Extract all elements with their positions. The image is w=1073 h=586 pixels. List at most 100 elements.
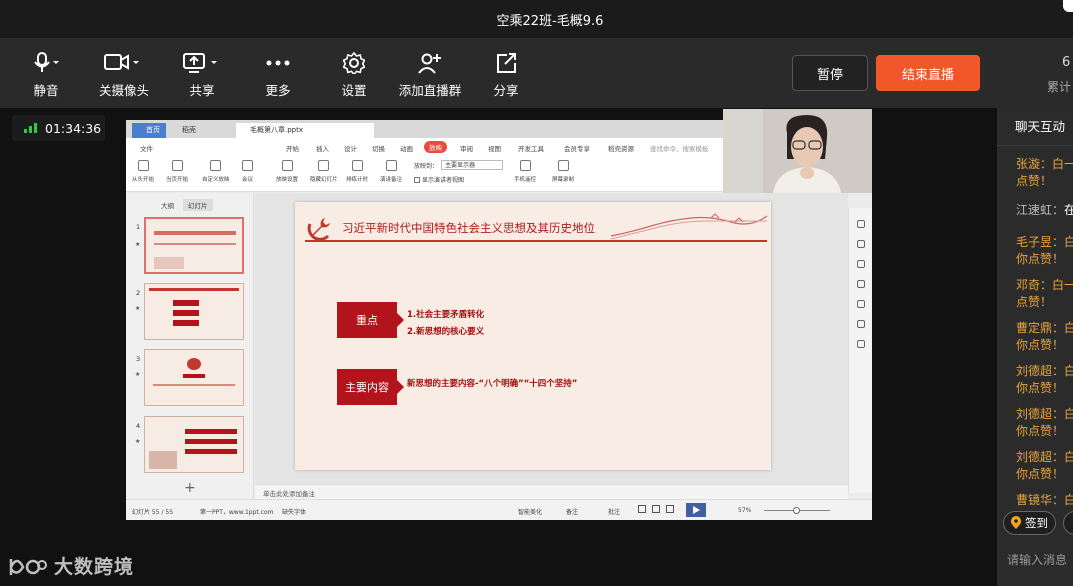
menu-view[interactable]: 视图 xyxy=(488,143,501,153)
current-slide: 习近平新时代中国特色社会主义思想及其历史地位 重点 1.社会主要矛盾转化 2.新… xyxy=(295,202,771,470)
camera-icon xyxy=(104,54,139,70)
ribbon-speaker-notes[interactable]: 演讲备注 xyxy=(380,160,402,183)
menu-start[interactable]: 开始 xyxy=(286,143,299,153)
reading-view-icon[interactable] xyxy=(666,505,674,513)
beautify-button[interactable]: 智能美化 xyxy=(518,507,542,516)
play-slideshow-button[interactable] xyxy=(686,503,706,517)
animation-star-icon: ★ xyxy=(135,241,141,248)
notes-area[interactable]: 单击此处添加备注 xyxy=(255,484,848,499)
panel-tabs: 大纲 幻灯片 xyxy=(156,199,213,211)
grid-view-icon[interactable] xyxy=(652,505,660,513)
ribbon-from-current[interactable]: 当页开始 xyxy=(166,160,188,183)
normal-view-icon[interactable] xyxy=(638,505,646,513)
key-point-2: 2.新思想的核心要义 xyxy=(407,327,485,337)
copy-icon[interactable] xyxy=(856,260,865,268)
hide-slide-icon xyxy=(318,160,330,171)
share-screen-button[interactable]: 共享 xyxy=(167,52,237,99)
chat-message: 刘德超：白 你点赞！ xyxy=(1016,450,1073,481)
settings-button[interactable]: 设置 xyxy=(319,52,389,99)
great-wall-decoration-icon xyxy=(611,213,767,240)
viewer-count-label: 累计 xyxy=(1047,80,1072,94)
notes-icon xyxy=(385,160,397,171)
missing-font-button[interactable]: 缺失字体 xyxy=(282,507,306,516)
settings-icon xyxy=(281,160,293,171)
menu-animation[interactable]: 动画 xyxy=(400,143,413,153)
ribbon-meeting[interactable]: 会议 xyxy=(242,160,253,183)
tab-home[interactable]: 首页 xyxy=(132,123,166,138)
notes-toggle[interactable]: 备注 xyxy=(566,507,578,516)
end-live-button[interactable]: 结束直播 xyxy=(876,55,980,91)
sign-in-button[interactable]: 签到 xyxy=(1003,511,1056,535)
meeting-icon xyxy=(242,160,253,171)
menu-slideshow[interactable]: 放映 xyxy=(424,141,447,153)
mute-button[interactable]: 静音 xyxy=(11,52,81,99)
menu-member[interactable]: 会员专享 xyxy=(564,143,590,153)
title-underline xyxy=(305,240,767,242)
timer-icon xyxy=(351,160,363,171)
pin-icon[interactable] xyxy=(856,240,865,248)
ribbon-phone-remote[interactable]: 手机遥控 xyxy=(514,160,536,183)
help-icon[interactable] xyxy=(856,280,865,288)
share-screen-icon xyxy=(183,53,217,73)
slide-thumbnail[interactable] xyxy=(144,283,244,340)
slide-thumbnail[interactable] xyxy=(144,217,244,274)
chat-title: 聊天互动 xyxy=(1015,119,1066,134)
extra-action-button[interactable] xyxy=(1063,511,1073,535)
ribbon-from-start[interactable]: 从头开始 xyxy=(132,160,154,183)
ribbon-custom-show[interactable]: 自定义放映 xyxy=(202,160,230,183)
format-icon[interactable] xyxy=(856,220,865,228)
menu-transition[interactable]: 切换 xyxy=(372,143,385,153)
thumb-number: 2 xyxy=(136,289,141,297)
cube-icon[interactable] xyxy=(856,340,865,348)
chat-input[interactable]: 请输入消息 xyxy=(1007,551,1067,568)
gear-icon xyxy=(343,52,365,74)
menu-insert[interactable]: 插入 xyxy=(316,143,329,153)
tab-document[interactable]: 毛概第八章.pptx xyxy=(236,123,374,138)
content-point-1: 新思想的主要内容-“八个明确”“十四个坚持” xyxy=(407,379,578,389)
brand-mark-icon xyxy=(9,558,47,575)
add-group-button[interactable]: 添加直播群 xyxy=(395,52,465,99)
slide-thumbnail[interactable] xyxy=(144,416,244,473)
add-group-icon xyxy=(418,53,441,74)
command-search[interactable]: 查找命令、搜索模板 xyxy=(650,143,709,153)
slide-counter: 幻灯片 55 / 55 xyxy=(132,509,174,516)
slide-thumbnail[interactable] xyxy=(144,349,244,406)
image-icon[interactable] xyxy=(856,300,865,308)
animation-star-icon: ★ xyxy=(135,438,141,445)
slide-canvas: 习近平新时代中国特色社会主义思想及其历史地位 重点 1.社会主要矛盾转化 2.新… xyxy=(255,193,848,499)
chat-message: 曹定鼎：白 你点赞！ xyxy=(1016,321,1073,352)
share-button[interactable]: 分享 xyxy=(471,52,541,99)
animation-star-icon: ★ xyxy=(135,305,141,312)
ribbon-show-settings[interactable]: 放映设置 xyxy=(276,160,298,183)
menu-design[interactable]: 设计 xyxy=(344,143,357,153)
location-pin-icon xyxy=(1010,516,1022,529)
section-tag-key: 重点 xyxy=(337,302,404,338)
output-display-select[interactable]: 放映到： 主要显示器 xyxy=(414,160,504,170)
comments-toggle[interactable]: 批注 xyxy=(608,507,620,516)
menu-docer-resources[interactable]: 稻壳资源 xyxy=(608,143,634,153)
microphone-icon xyxy=(34,52,59,72)
tab-docer[interactable]: 稻壳 xyxy=(168,123,232,138)
ribbon-screen-record[interactable]: 屏幕录制 xyxy=(552,160,574,183)
presenter-view-checkbox[interactable]: 显示演讲者视图 xyxy=(414,175,464,184)
ribbon-rehearse[interactable]: 排练计时 xyxy=(346,160,368,183)
brand-name: 大数跨境 xyxy=(54,556,135,578)
pause-button[interactable]: 暂停 xyxy=(792,55,868,91)
camera-button[interactable]: 关摄像头 xyxy=(89,52,159,99)
menu-developer[interactable]: 开发工具 xyxy=(518,143,544,153)
divider xyxy=(997,145,1073,146)
mute-label: 静音 xyxy=(33,83,59,98)
ribbon-hide-slide[interactable]: 隐藏幻灯片 xyxy=(310,160,338,183)
tab-outline[interactable]: 大纲 xyxy=(156,199,179,211)
camera-label: 关摄像头 xyxy=(98,83,149,98)
tab-slides[interactable]: 幻灯片 xyxy=(183,199,213,211)
menu-file[interactable]: 文件 xyxy=(140,143,153,153)
share-label: 分享 xyxy=(493,83,519,98)
timer-value: 01:34:36 xyxy=(45,120,102,136)
menu-review[interactable]: 审阅 xyxy=(460,143,473,153)
signal-icon xyxy=(24,123,37,133)
add-slide-icon[interactable]: + xyxy=(184,480,196,496)
location-icon[interactable] xyxy=(856,320,865,328)
zoom-slider-handle[interactable] xyxy=(793,507,800,514)
more-button[interactable]: 更多 xyxy=(243,52,313,99)
